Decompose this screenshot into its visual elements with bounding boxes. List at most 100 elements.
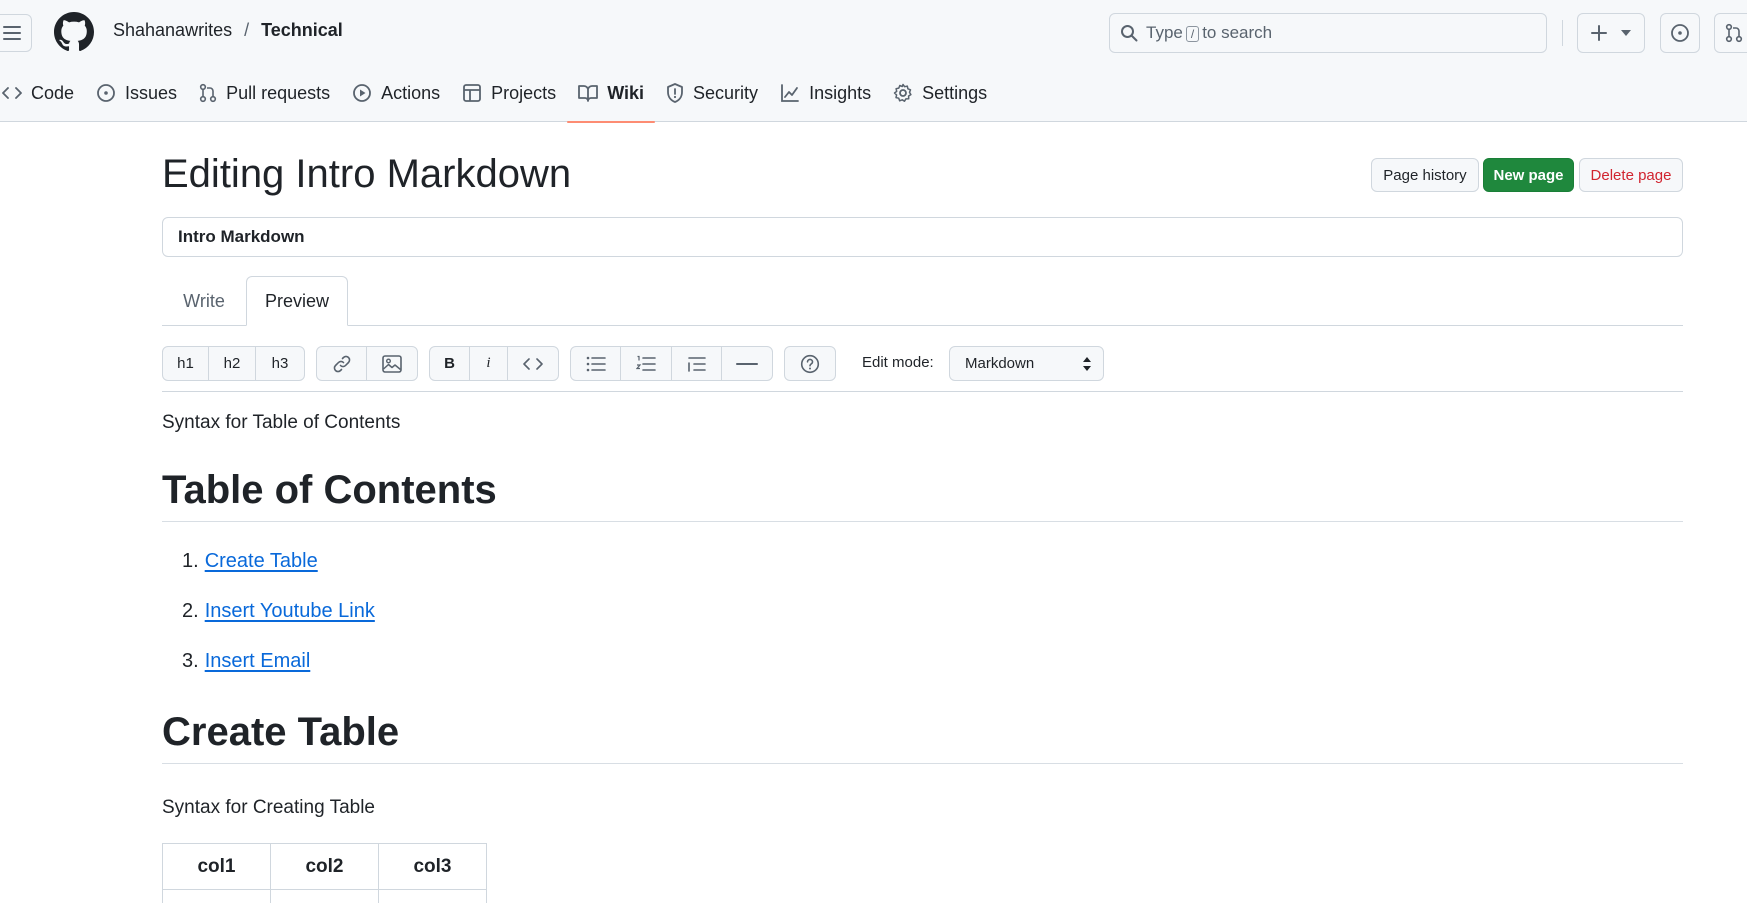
list-item: 1. Create Table bbox=[182, 550, 375, 600]
toc-link-insert-email[interactable]: Insert Email bbox=[205, 650, 311, 700]
header-divider bbox=[1562, 20, 1563, 46]
task-list-button[interactable] bbox=[672, 347, 722, 380]
code-icon bbox=[523, 357, 543, 370]
plus-icon bbox=[1591, 25, 1607, 41]
bullet-list-button[interactable] bbox=[571, 347, 621, 380]
help-group bbox=[784, 346, 836, 381]
shield-icon bbox=[667, 83, 683, 103]
breadcrumb-repo[interactable]: Technical bbox=[261, 20, 343, 41]
tab-code[interactable]: Code bbox=[0, 70, 85, 116]
search-icon bbox=[1121, 25, 1138, 42]
slash-key: / bbox=[1185, 26, 1200, 42]
graph-icon bbox=[781, 84, 799, 102]
tab-settings[interactable]: Settings bbox=[882, 70, 998, 116]
new-page-button[interactable]: New page bbox=[1483, 158, 1574, 192]
edit-mode-value: Markdown bbox=[965, 355, 1035, 372]
tab-actions-label: Actions bbox=[381, 82, 441, 103]
editor-toolbar: h1 h2 h3 B i bbox=[162, 346, 836, 381]
toc-heading: Table of Contents bbox=[162, 468, 1683, 522]
tab-insights-label: Insights bbox=[809, 82, 872, 103]
tab-wiki-label: Wiki bbox=[607, 82, 645, 103]
numbered-list-button[interactable] bbox=[621, 347, 672, 380]
page-name-input[interactable] bbox=[162, 217, 1683, 257]
h2-button[interactable]: h2 bbox=[209, 347, 256, 380]
breadcrumb: Shahanawrites / Technical bbox=[113, 20, 343, 41]
format-group: B i bbox=[429, 346, 559, 381]
breadcrumb-separator: / bbox=[244, 20, 250, 40]
toolbar-divider bbox=[162, 391, 1683, 392]
table-header-cell: col1 bbox=[162, 843, 271, 890]
tabs-divider bbox=[162, 325, 1683, 326]
pull-request-icon bbox=[1725, 23, 1743, 43]
edit-mode-label: Edit mode: bbox=[862, 354, 934, 371]
tab-issues-label: Issues bbox=[125, 82, 178, 103]
hamburger-icon bbox=[3, 26, 21, 40]
preview-paragraph: Syntax for Table of Contents bbox=[162, 412, 401, 433]
horizontal-rule-button[interactable] bbox=[722, 347, 772, 380]
insert-group bbox=[316, 346, 418, 381]
toc-link-create-table[interactable]: Create Table bbox=[205, 550, 318, 600]
horizontal-rule-icon bbox=[736, 362, 758, 365]
tab-wiki[interactable]: Wiki bbox=[567, 70, 655, 123]
tab-issues[interactable]: Issues bbox=[85, 70, 188, 116]
list-item: 3. Insert Email bbox=[182, 650, 375, 700]
tab-code-label: Code bbox=[31, 82, 75, 103]
table-cell bbox=[378, 889, 487, 903]
table-cell bbox=[270, 889, 379, 903]
tab-pull-requests[interactable]: Pull requests bbox=[188, 70, 341, 116]
ordered-list-icon bbox=[636, 355, 656, 371]
gear-icon bbox=[893, 83, 912, 102]
search-placeholder: Type / to search bbox=[1146, 23, 1273, 42]
list-group bbox=[570, 346, 773, 381]
table-header-cell: col2 bbox=[270, 843, 379, 890]
search-input[interactable]: Type / to search bbox=[1109, 13, 1547, 53]
h1-button[interactable]: h1 bbox=[163, 347, 209, 380]
list-number: 2. bbox=[182, 600, 199, 622]
heading-group: h1 h2 h3 bbox=[162, 346, 305, 381]
play-icon bbox=[353, 84, 372, 102]
app-header: Shahanawrites / Technical Type / to search… bbox=[0, 0, 1747, 123]
tab-security[interactable]: Security bbox=[655, 70, 769, 116]
book-icon bbox=[578, 85, 599, 102]
code-button[interactable] bbox=[508, 347, 558, 380]
table-cell bbox=[162, 889, 271, 903]
image-icon bbox=[382, 354, 402, 373]
delete-page-button[interactable]: Delete page bbox=[1579, 158, 1683, 192]
image-button[interactable] bbox=[367, 347, 417, 380]
breadcrumb-owner[interactable]: Shahanawrites bbox=[113, 20, 232, 41]
tab-projects-label: Projects bbox=[491, 82, 557, 103]
toc-link-insert-youtube[interactable]: Insert Youtube Link bbox=[205, 600, 375, 650]
tab-security-label: Security bbox=[693, 82, 759, 103]
help-button[interactable] bbox=[785, 347, 835, 380]
pull-requests-button[interactable] bbox=[1714, 13, 1747, 53]
task-list-icon bbox=[687, 356, 706, 372]
tab-actions[interactable]: Actions bbox=[341, 70, 451, 116]
markdown-table: col1 col2 col3 bbox=[162, 843, 487, 903]
page-history-button[interactable]: Page history bbox=[1371, 158, 1479, 192]
repo-nav: Code Issues Pull requests Actions Projec… bbox=[0, 70, 998, 123]
page-title: Editing Intro Markdown bbox=[162, 152, 572, 196]
italic-button[interactable]: i bbox=[470, 347, 508, 380]
bold-button[interactable]: B bbox=[430, 347, 470, 380]
list-number: 1. bbox=[182, 550, 199, 572]
create-new-button[interactable] bbox=[1577, 13, 1645, 53]
edit-mode-select[interactable]: Markdown bbox=[949, 346, 1104, 381]
link-icon bbox=[333, 355, 350, 372]
h3-button[interactable]: h3 bbox=[256, 347, 304, 380]
issues-button[interactable] bbox=[1660, 13, 1700, 53]
github-logo-icon[interactable] bbox=[54, 12, 94, 52]
tab-preview[interactable]: Preview bbox=[246, 276, 348, 326]
menu-button[interactable] bbox=[0, 14, 32, 52]
issue-icon bbox=[1671, 24, 1689, 42]
list-number: 3. bbox=[182, 650, 199, 672]
create-table-heading: Create Table bbox=[162, 710, 1683, 764]
list-item: 2. Insert Youtube Link bbox=[182, 600, 375, 650]
tab-write[interactable]: Write bbox=[162, 276, 246, 326]
code-icon bbox=[2, 87, 22, 99]
tab-projects[interactable]: Projects bbox=[451, 70, 567, 116]
question-icon bbox=[800, 354, 820, 373]
toc-list: 1. Create Table 2. Insert Youtube Link 3… bbox=[182, 550, 375, 700]
tab-insights[interactable]: Insights bbox=[769, 70, 882, 116]
link-button[interactable] bbox=[317, 347, 367, 380]
select-arrows-icon bbox=[1083, 357, 1091, 371]
